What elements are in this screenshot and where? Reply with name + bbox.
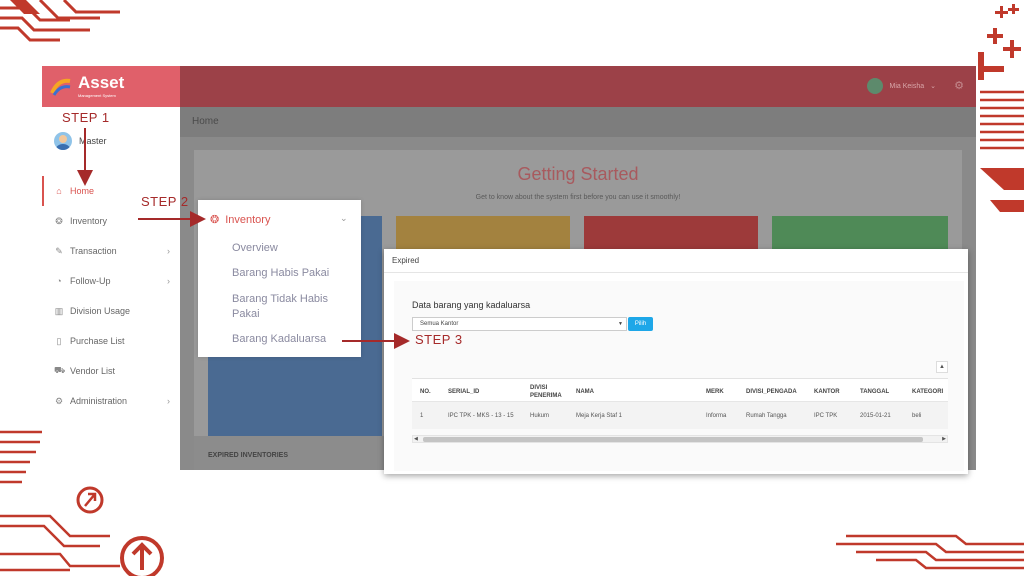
step-arrows	[77, 128, 410, 349]
